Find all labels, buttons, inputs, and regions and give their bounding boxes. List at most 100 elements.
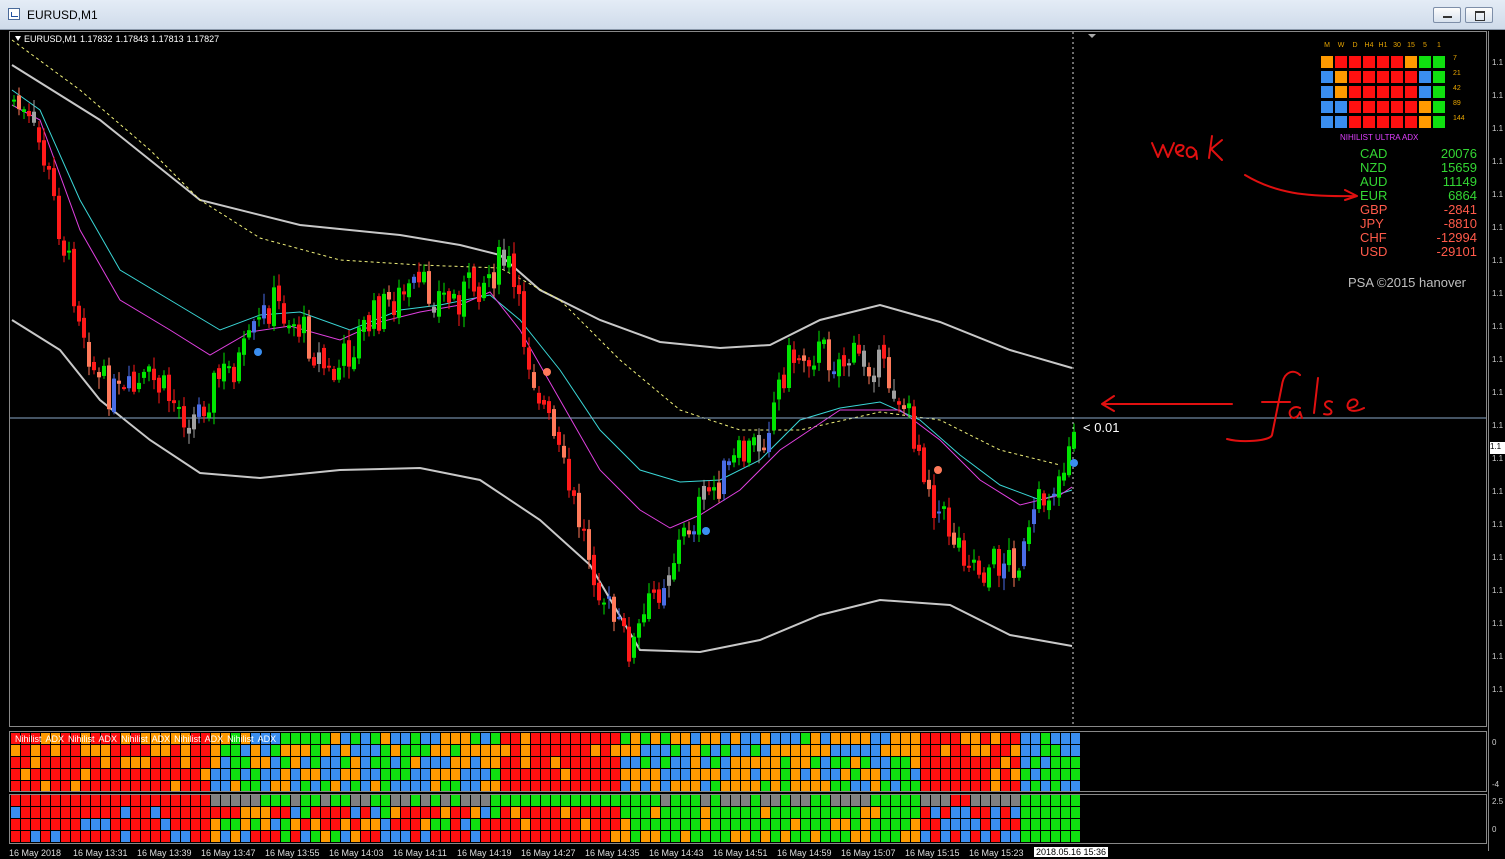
heat-cell [671,795,680,806]
heat-cell [601,781,610,791]
heat-cell [251,769,260,780]
heat-cell [1011,781,1020,791]
heat-cell [111,795,120,806]
heat-cell [1061,831,1070,842]
window-titlebar[interactable]: EURUSD,M1 [0,0,1505,30]
heat-cell [11,819,20,830]
heat-cell [21,757,30,768]
heat-cell [741,733,750,744]
heat-cell [1011,819,1020,830]
heat-cell [671,757,680,768]
heat-cell [581,819,590,830]
candle-body [752,437,756,446]
candle-body [902,405,906,409]
heat-cell [681,733,690,744]
candle-body [317,352,321,365]
heat-cell [1041,733,1050,744]
heat-cell [381,757,390,768]
heat-cell [121,757,130,768]
heat-cell [391,819,400,830]
candle-body [662,588,666,606]
price-readout: < 0.01 [1083,420,1120,435]
heat-cell [381,733,390,744]
heat-cell [961,781,970,791]
heat-cell [801,819,810,830]
candle-body [957,537,961,548]
heat-cell [121,819,130,830]
restore-button[interactable] [1465,7,1493,23]
heat-cell [441,807,450,818]
heat-cell [81,745,90,756]
currency-code: CAD [1360,146,1388,161]
heat-cell [691,745,700,756]
heat-cell [131,781,140,791]
heat-cell [331,757,340,768]
matrix-cell [1405,101,1417,113]
heat-cell [741,831,750,842]
price-tick: 1.1 [1492,553,1504,562]
heat-cell [321,781,330,791]
candle-body [492,272,496,289]
heat-cell [351,807,360,818]
heat-cell [261,769,270,780]
price-axis[interactable]: 1.1 1.1 1.1 1.1 1.1 1.1 1.1 1.1 1.1 1.1 1.1 1.1 1.1… [1488,31,1505,851]
nihilist-adx-subwindow-2[interactable] [9,794,1487,844]
collapse-triangle-icon[interactable] [15,36,21,41]
heat-cell [471,831,480,842]
heat-cell [71,769,80,780]
nihilist-adx-subwindow-1[interactable]: Nihilist ADX Nihilist ADX Nihilist ADX Nihilis… [9,731,1487,792]
candle-body [177,406,181,409]
heat-cell [341,795,350,806]
heat-cell [281,831,290,842]
heat-cell [981,745,990,756]
heat-cell [541,831,550,842]
candle-body [417,271,421,283]
heat-cell [41,831,50,842]
candle-body [692,531,696,535]
heat-cell [881,757,890,768]
heat-cell [151,819,160,830]
heat-cell [901,745,910,756]
candle-body [427,271,431,304]
candle-body [42,140,46,166]
heat-cell [691,733,700,744]
candle-body [342,343,346,366]
candle-body [327,365,331,368]
heat-cell [881,807,890,818]
time-axis[interactable]: 2018.05.16 15:36 16 May 2018 16 May 13:31… [0,845,1488,859]
heat-cell [131,757,140,768]
heat-cell [491,795,500,806]
heat-cell [311,819,320,830]
heat-cell [841,795,850,806]
heat-cell [721,795,730,806]
candle-body [272,287,276,327]
heat-cell [611,795,620,806]
heat-cell [541,795,550,806]
heat-cell [211,745,220,756]
minimize-button[interactable] [1433,7,1461,23]
heat-cell [571,819,580,830]
heat-cell [411,819,420,830]
candle-body [602,602,606,605]
heat-cell [191,819,200,830]
heat-cell [521,733,530,744]
heat-cell [321,757,330,768]
current-time-marker: 2018.05.16 15:36 [1034,847,1109,857]
candle-body [932,485,936,518]
heat-cell [51,831,60,842]
heat-cell [71,807,80,818]
heat-cell [561,795,570,806]
heat-cell [511,757,520,768]
heat-cell [281,807,290,818]
time-tick: 16 May 14:43 [649,848,704,858]
heat-cell [731,807,740,818]
heat-cell [631,795,640,806]
heat-cell [341,733,350,744]
candle-body [857,344,861,354]
nihilist-adx-heatmap-2 [11,795,1080,842]
heat-cell [871,831,880,842]
candle-body [512,253,516,288]
candle-body [27,110,31,117]
heat-cell [491,819,500,830]
heat-cell [481,745,490,756]
